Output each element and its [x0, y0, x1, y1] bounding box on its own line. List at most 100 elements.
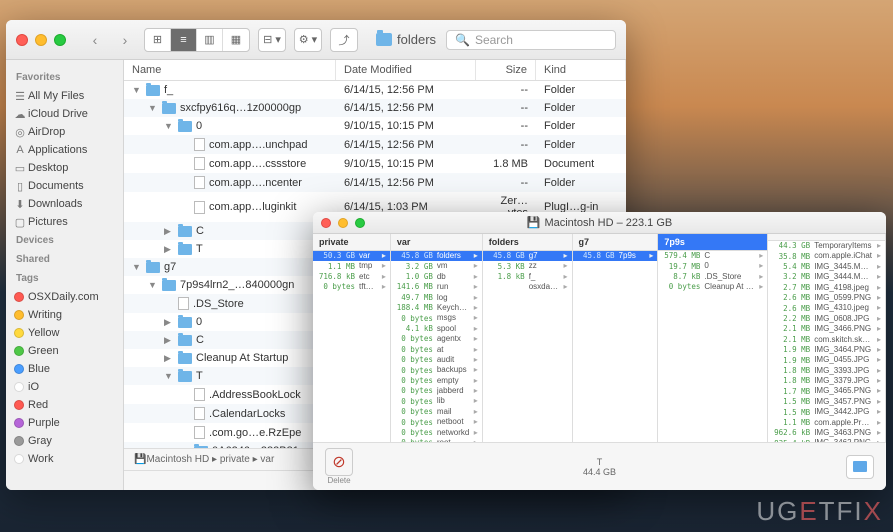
disclosure-icon[interactable]: ▶ [164, 353, 174, 364]
disclosure-icon[interactable]: ▼ [132, 262, 142, 272]
disclosure-icon[interactable]: ▶ [164, 335, 174, 346]
analyzer-row[interactable]: 1.1 MBcom.apple.Previe▸ [768, 418, 885, 428]
analyzer-row[interactable]: 0 bytesat▸ [391, 345, 482, 355]
disclosure-icon[interactable]: ▶ [164, 317, 174, 328]
analyzer-row[interactable]: 1.8 kBf_▸ [483, 272, 572, 282]
sidebar-tag[interactable]: Blue [6, 360, 123, 378]
analyzer-row[interactable]: 0 bytesnetworkd▸ [391, 428, 482, 438]
analyzer-row[interactable]: 0 byteslib▸ [391, 396, 482, 406]
analyzer-row[interactable]: 0 bytesaudit▸ [391, 355, 482, 365]
analyzer-row[interactable]: 5.3 KBzz▸ [483, 261, 572, 271]
zoom-button[interactable] [54, 34, 66, 46]
analyzer-row[interactable]: 2.1 MBIMG_3466.PNG▸ [768, 324, 885, 334]
col-name[interactable]: Name [124, 60, 336, 80]
analyzer-row[interactable]: 141.6 MBrun▸ [391, 282, 482, 292]
analyzer-row[interactable]: 1.7 MBIMG_3465.PNG▸ [768, 386, 885, 396]
analyzer-row[interactable]: 50.3 GBvar▸ [313, 251, 390, 261]
search-input[interactable]: 🔍 Search [446, 30, 616, 50]
file-row[interactable]: com.app….unchpad6/14/15, 12:56 PM--Folde… [124, 135, 626, 154]
analyzer-row[interactable]: osxdaily.com▸ [483, 282, 572, 292]
sidebar-item[interactable]: ☰All My Files [6, 87, 123, 105]
sidebar-tag[interactable]: Gray [6, 432, 123, 450]
analyzer-row[interactable]: 2.6 MBIMG_0599.PNG▸ [768, 293, 885, 303]
analyzer-row[interactable]: 2.1 MBcom.skitch.sketch▸ [768, 335, 885, 345]
disclosure-icon[interactable]: ▶ [164, 226, 174, 237]
analyzer-row[interactable]: 962.6 kBIMG_3463.PNG▸ [768, 428, 885, 438]
analyzer-row[interactable]: 0 bytesempty▸ [391, 376, 482, 386]
analyzer-row[interactable]: 1.0 GBdb▸ [391, 272, 482, 282]
col-size[interactable]: Size [476, 60, 536, 80]
file-row[interactable]: ▼sxcfpy616q…1z00000gp6/14/15, 12:56 PM--… [124, 99, 626, 117]
disclosure-icon[interactable]: ▼ [164, 371, 174, 381]
analyzer-row[interactable]: 0 bytesagentx▸ [391, 334, 482, 344]
sidebar-item[interactable]: ☁iCloud Drive [6, 105, 123, 123]
disclosure-icon[interactable]: ▼ [164, 121, 174, 131]
analyzer-row[interactable]: 35.8 MBcom.apple.iChat▸ [768, 251, 885, 261]
analyzer-row[interactable]: 188.4 MBKeychains▸ [391, 303, 482, 313]
sidebar-item[interactable]: ▭Desktop [6, 159, 123, 177]
analyzer-row[interactable]: 0 bytesCleanup At Startup▸ [658, 282, 767, 292]
minimize-button[interactable] [35, 34, 47, 46]
column-view-button[interactable]: ▥ [197, 29, 223, 51]
sidebar-tag[interactable]: Writing [6, 306, 123, 324]
close-button[interactable] [321, 218, 331, 228]
analyzer-row[interactable]: 4.1 kBspool▸ [391, 324, 482, 334]
analyzer-row[interactable]: 2.2 MBIMG_0608.JPG▸ [768, 314, 885, 324]
coverflow-view-button[interactable]: ▦ [223, 29, 249, 51]
analyzer-row[interactable]: 1.1 MBtmp▸ [313, 261, 390, 271]
analyzer-row[interactable]: 0 bytesmail▸ [391, 407, 482, 417]
analyzer-row[interactable]: 1.9 MBIMG_3464.PNG▸ [768, 345, 885, 355]
analyzer-row[interactable]: 44.3 GBTemporaryItems▸ [768, 241, 885, 251]
disclosure-icon[interactable]: ▼ [148, 103, 158, 113]
share-button[interactable]: ⤴ [330, 28, 358, 52]
back-button[interactable]: ‹ [84, 30, 106, 50]
list-view-button[interactable]: ≡ [171, 29, 197, 51]
analyzer-row[interactable]: 0 bytestftpboot▸ [313, 282, 390, 292]
sidebar-tag[interactable]: OSXDaily.com [6, 288, 123, 306]
icon-view-button[interactable]: ⊞ [145, 29, 171, 51]
analyzer-row[interactable]: 0 bytesnetboot▸ [391, 417, 482, 427]
analyzer-row[interactable]: 45.8 GBg7▸ [483, 251, 572, 261]
file-row[interactable]: com.app….cssstore9/10/15, 10:15 PM1.8 MB… [124, 154, 626, 173]
col-date[interactable]: Date Modified [336, 60, 476, 80]
analyzer-row[interactable]: 45.8 GBfolders▸ [391, 251, 482, 261]
analyzer-row[interactable]: 579.4 MBC▸ [658, 251, 767, 261]
delete-button[interactable]: ⊘ [325, 448, 353, 476]
sidebar-item[interactable]: AApplications [6, 141, 123, 159]
file-row[interactable]: ▼f_6/14/15, 12:56 PM--Folder [124, 81, 626, 99]
analyzer-row[interactable]: 2.7 MBIMG_4198.jpeg▸ [768, 283, 885, 293]
analyzer-row[interactable]: 3.2 MBIMG_3444.MOV.m▸ [768, 272, 885, 282]
analyzer-row[interactable]: 49.7 MBlog▸ [391, 293, 482, 303]
close-button[interactable] [16, 34, 28, 46]
analyzer-row[interactable]: 0 bytesbackups▸ [391, 365, 482, 375]
action-button[interactable]: ⚙ ▾ [294, 28, 322, 52]
sidebar-item[interactable]: ◎AirDrop [6, 123, 123, 141]
analyzer-row[interactable]: 19.7 MB0▸ [658, 261, 767, 271]
sidebar-tag[interactable]: Red [6, 396, 123, 414]
analyzer-row[interactable]: 0 bytesjabberd▸ [391, 386, 482, 396]
analyzer-row[interactable]: 3.2 GBvm▸ [391, 261, 482, 271]
sidebar-item[interactable]: ⬇Downloads [6, 195, 123, 213]
analyzer-row[interactable]: 8.7 kB.DS_Store▸ [658, 272, 767, 282]
analyzer-row[interactable]: 716.8 kBetc▸ [313, 272, 390, 282]
minimize-button[interactable] [338, 218, 348, 228]
disclosure-icon[interactable]: ▶ [164, 244, 174, 255]
sidebar-tag[interactable]: Work [6, 450, 123, 468]
col-kind[interactable]: Kind [536, 60, 626, 80]
analyzer-row[interactable]: 0 bytesmsgs▸ [391, 313, 482, 323]
sidebar-tag[interactable]: Purple [6, 414, 123, 432]
disclosure-icon[interactable]: ▼ [148, 280, 158, 290]
analyzer-row[interactable]: 1.8 MBIMG_3393.JPG▸ [768, 366, 885, 376]
sidebar-item[interactable]: ▯Documents [6, 177, 123, 195]
analyzer-row[interactable]: 1.8 MBIMG_3379.JPG▸ [768, 376, 885, 386]
sidebar-tag[interactable]: Yellow [6, 324, 123, 342]
analyzer-row[interactable]: 1.9 MBIMG_0455.JPG▸ [768, 355, 885, 365]
analyzer-row[interactable]: 1.5 MBIMG_3442.JPG▸ [768, 407, 885, 417]
sidebar-tag[interactable]: iO [6, 378, 123, 396]
analyzer-row[interactable]: 1.5 MBIMG_3457.PNG▸ [768, 397, 885, 407]
sidebar-tag[interactable]: Green [6, 342, 123, 360]
analyzer-row[interactable]: 2.6 MBIMG_4310.jpeg▸ [768, 303, 885, 313]
analyzer-row[interactable]: 5.4 MBIMG_3445.MOV.m▸ [768, 262, 885, 272]
sidebar-item[interactable]: ▢Pictures [6, 213, 123, 231]
reveal-button[interactable] [846, 455, 874, 479]
